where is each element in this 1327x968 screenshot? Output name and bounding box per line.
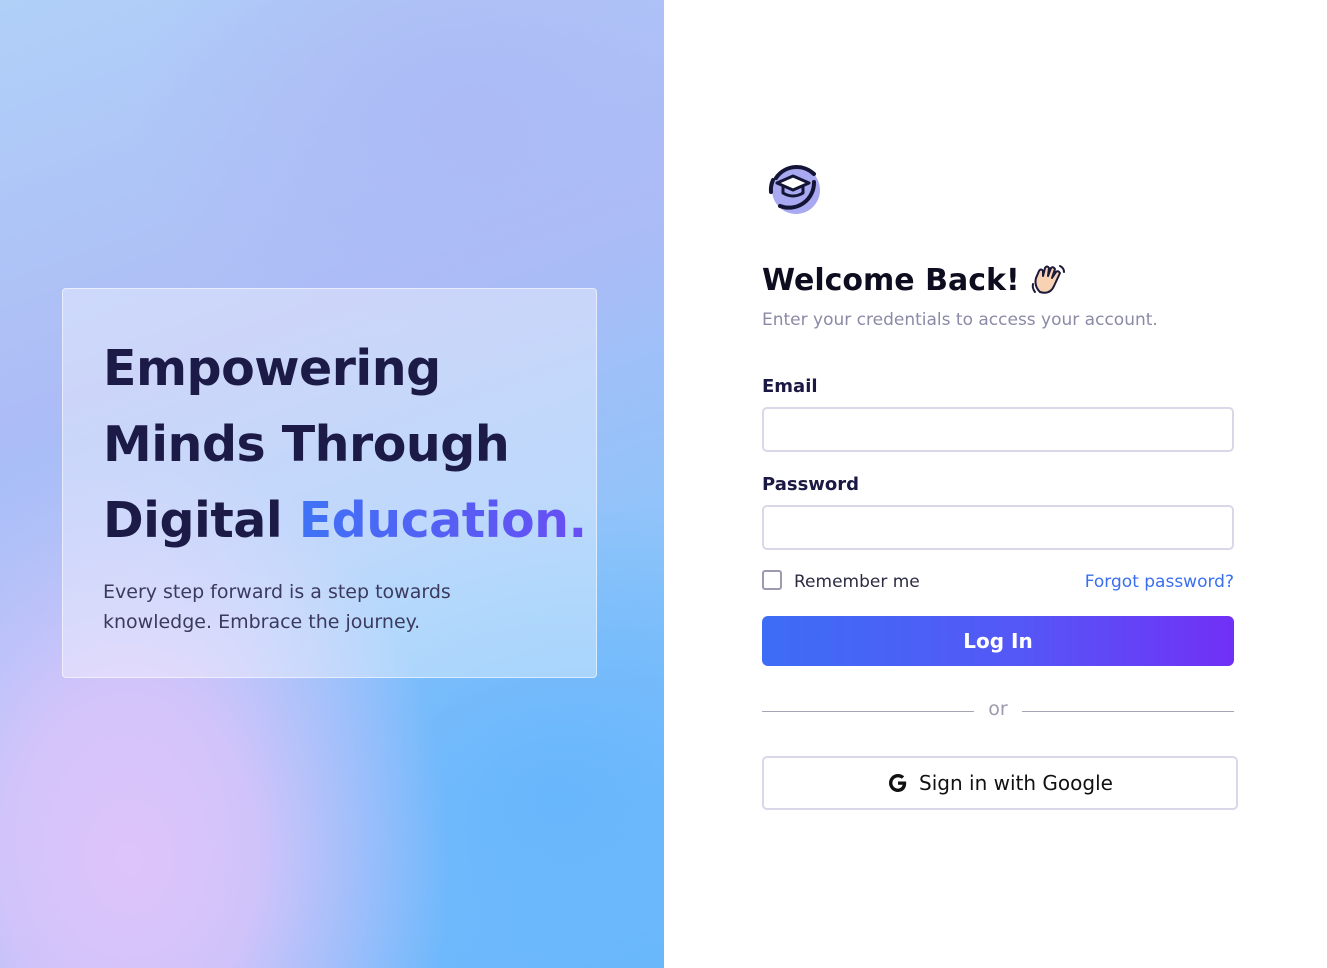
welcome-heading: Welcome Back! [762,262,1066,298]
welcome-subtitle: Enter your credentials to access your ac… [762,310,1158,330]
hero-title-line-1: Empowering [103,340,441,397]
google-sign-in-label: Sign in with Google [919,771,1113,795]
graduation-cap-icon [766,160,822,216]
email-field[interactable] [762,407,1234,452]
google-g-icon [887,772,909,794]
divider-or-text: or [988,698,1008,720]
email-label: Email [762,376,818,397]
google-sign-in-button[interactable]: Sign in with Google [762,756,1238,810]
hero-subtitle-line-2: knowledge. Embrace the journey. [103,611,421,633]
forgot-password-link[interactable]: Forgot password? [1085,572,1234,592]
remember-me-label[interactable]: Remember me [794,572,920,592]
hero-subtitle: Every step forward is a step towards kno… [103,577,523,637]
remember-me-checkbox[interactable] [762,570,782,590]
hero-title-line-3: Digital Education. [103,483,587,559]
waving-hand-icon [1030,262,1066,298]
hero-card: Empowering Minds Through Digital Educati… [62,288,597,678]
hero-title: Empowering Minds Through Digital Educati… [103,331,587,559]
login-button[interactable]: Log In [762,616,1234,666]
hero-subtitle-line-1: Every step forward is a step towards [103,581,451,603]
password-label: Password [762,474,860,495]
welcome-title: Welcome Back! [762,262,1020,298]
divider-line-right [1022,711,1234,712]
password-field[interactable] [762,505,1234,550]
hero-title-accent: Education. [298,492,587,549]
hero-panel: Empowering Minds Through Digital Educati… [0,0,664,968]
divider-line-left [762,711,974,712]
hero-title-line-2: Minds Through [103,416,510,473]
hero-title-plain: Digital [103,492,299,549]
